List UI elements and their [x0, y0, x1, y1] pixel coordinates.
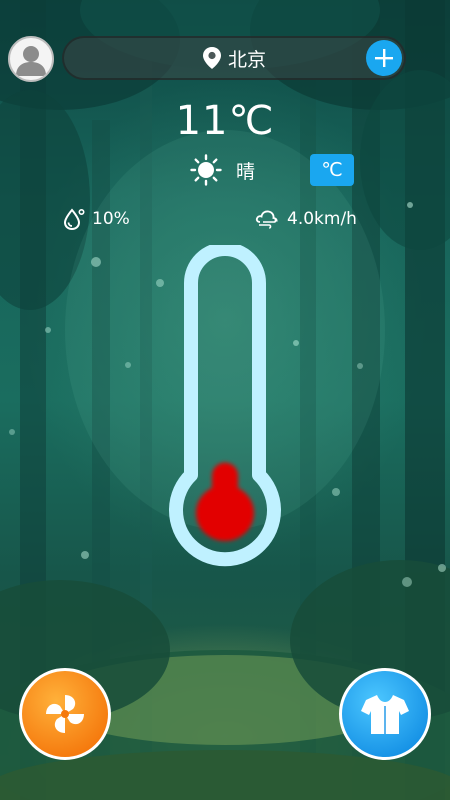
condition-row: 晴: [190, 152, 255, 188]
add-city-button[interactable]: [366, 40, 402, 76]
fan-icon: [46, 695, 84, 733]
sun-icon: [190, 154, 222, 186]
plus-icon: [375, 49, 393, 67]
water-drop-icon: [63, 208, 85, 231]
thermometer-graphic: [169, 245, 281, 567]
fan-button[interactable]: [19, 668, 111, 760]
user-icon: [16, 46, 46, 76]
location-label: 北京: [64, 38, 404, 78]
avatar-button[interactable]: [8, 36, 54, 82]
wind-stat: 4.0km/h: [255, 206, 357, 232]
humidity-value: 10%: [92, 209, 130, 229]
weather-screen: 北京 11℃ 晴 ℃ 10% 4.0km/h: [0, 0, 450, 800]
current-temperature: 11℃: [175, 98, 275, 144]
location-bar[interactable]: 北京: [62, 36, 406, 80]
clothes-button[interactable]: [339, 668, 431, 760]
location-pin-icon: [202, 47, 221, 69]
weather-condition: 晴: [236, 160, 256, 183]
clothes-icon: [361, 695, 409, 734]
humidity-stat: 10%: [62, 206, 130, 232]
wind-icon: [255, 210, 278, 229]
city-name: 北京: [227, 48, 266, 71]
unit-toggle-button[interactable]: ℃: [310, 154, 354, 186]
wind-speed-value: 4.0km/h: [287, 209, 357, 229]
